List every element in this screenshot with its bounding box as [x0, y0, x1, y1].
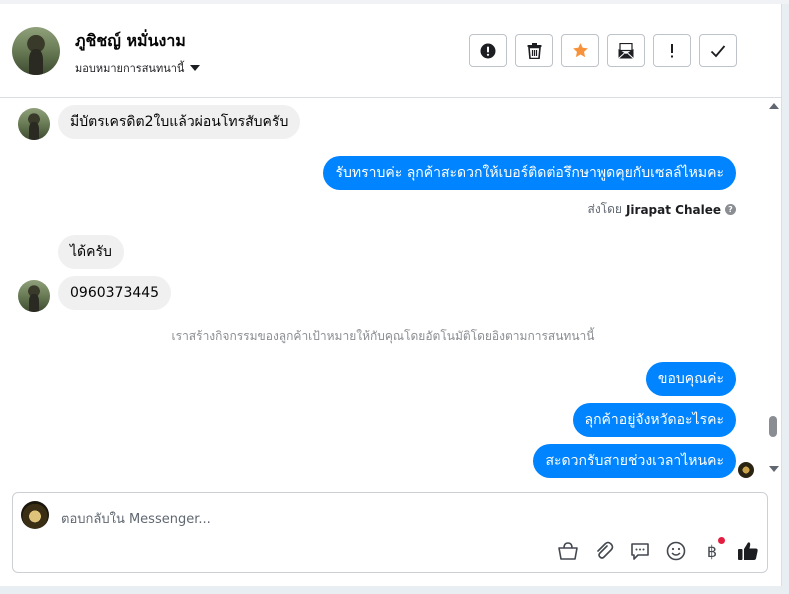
- composer-actions: ฿: [557, 537, 759, 562]
- saved-reply-icon[interactable]: [629, 540, 651, 562]
- message-bubble-outgoing: สะดวกรับสายช่วงเวลาไหนคะ: [533, 444, 736, 478]
- scroll-thumb[interactable]: [769, 416, 777, 437]
- reply-composer: ตอบกลับใน Messenger... ฿: [12, 492, 768, 573]
- emoji-icon[interactable]: [665, 540, 687, 562]
- check-icon: [710, 44, 726, 57]
- help-icon[interactable]: ?: [725, 204, 736, 215]
- contact-name[interactable]: ภูชิชญ์ หมั่นงาม: [75, 29, 186, 54]
- paperclip-icon[interactable]: [593, 540, 615, 562]
- customer-avatar: [18, 280, 50, 312]
- assign-conversation-dropdown[interactable]: มอบหมายการสนทนานี้: [75, 59, 201, 77]
- message-bubble-incoming: ได้ครับ: [58, 235, 124, 269]
- mark-unread-button[interactable]: [607, 34, 645, 67]
- message-bubble-incoming: 0960373445: [58, 276, 172, 310]
- seen-indicator-avatar: [738, 462, 754, 478]
- message-thread: มีบัตรเครดิต2ใบแล้วผ่อนโทรสับครับ รับทรา…: [0, 98, 766, 484]
- baht-symbol: ฿: [706, 541, 718, 561]
- message-bubble-outgoing: ลุกค้าอยู่จังหวัดอะไรคะ: [572, 403, 736, 437]
- exclamation-circle-icon: [480, 43, 496, 58]
- message-bubble-outgoing: รับทราบค่ะ ลุกค้าสะดวกให้เบอร์ติดต่อรึกษ…: [323, 156, 736, 190]
- star-button[interactable]: [561, 34, 599, 67]
- sent-by-prefix: ส่งโดย: [587, 202, 622, 216]
- sent-by-label: ส่งโดย Jirapat Chalee ?: [587, 200, 736, 219]
- reply-input[interactable]: ตอบกลับใน Messenger...: [61, 508, 211, 529]
- caret-down-icon: [190, 65, 201, 71]
- system-note: เราสร้างกิจกรรมของลูกค้าเป้าหมายให้กับคุ…: [171, 329, 595, 343]
- page-avatar: [21, 501, 49, 529]
- shopping-basket-icon[interactable]: [557, 540, 579, 562]
- scroll-down-arrow-icon[interactable]: [769, 466, 779, 472]
- follow-up-button[interactable]: [653, 34, 691, 67]
- message-bubble-outgoing: ขอบคุณค่ะ: [645, 362, 736, 396]
- sent-by-name: Jirapat Chalee: [625, 202, 721, 217]
- star-icon: [572, 43, 588, 58]
- scroll-up-arrow-icon[interactable]: [769, 103, 779, 109]
- mark-spam-button[interactable]: [469, 34, 507, 67]
- mark-done-button[interactable]: [699, 34, 737, 67]
- customer-avatar: [18, 108, 50, 140]
- message-bubble-incoming: มีบัตรเครดิต2ใบแล้วผ่อนโทรสับครับ: [58, 105, 301, 139]
- contact-avatar[interactable]: [12, 27, 60, 75]
- exclamation-icon: [671, 43, 673, 57]
- assign-label: มอบหมายการสนทนานี้: [75, 62, 185, 75]
- delete-button[interactable]: [515, 34, 553, 67]
- baht-payment-icon[interactable]: ฿: [701, 537, 725, 562]
- trash-icon: [527, 42, 541, 59]
- thread-scrollbar[interactable]: [766, 98, 781, 484]
- thumbs-up-icon[interactable]: [737, 540, 759, 562]
- notification-dot: [718, 537, 725, 544]
- conversation-toolbar: [469, 34, 737, 67]
- conversation-header: ภูชิชญ์ หมั่นงาม มอบหมายการสนทนานี้: [0, 4, 781, 98]
- envelope-icon: [618, 42, 634, 59]
